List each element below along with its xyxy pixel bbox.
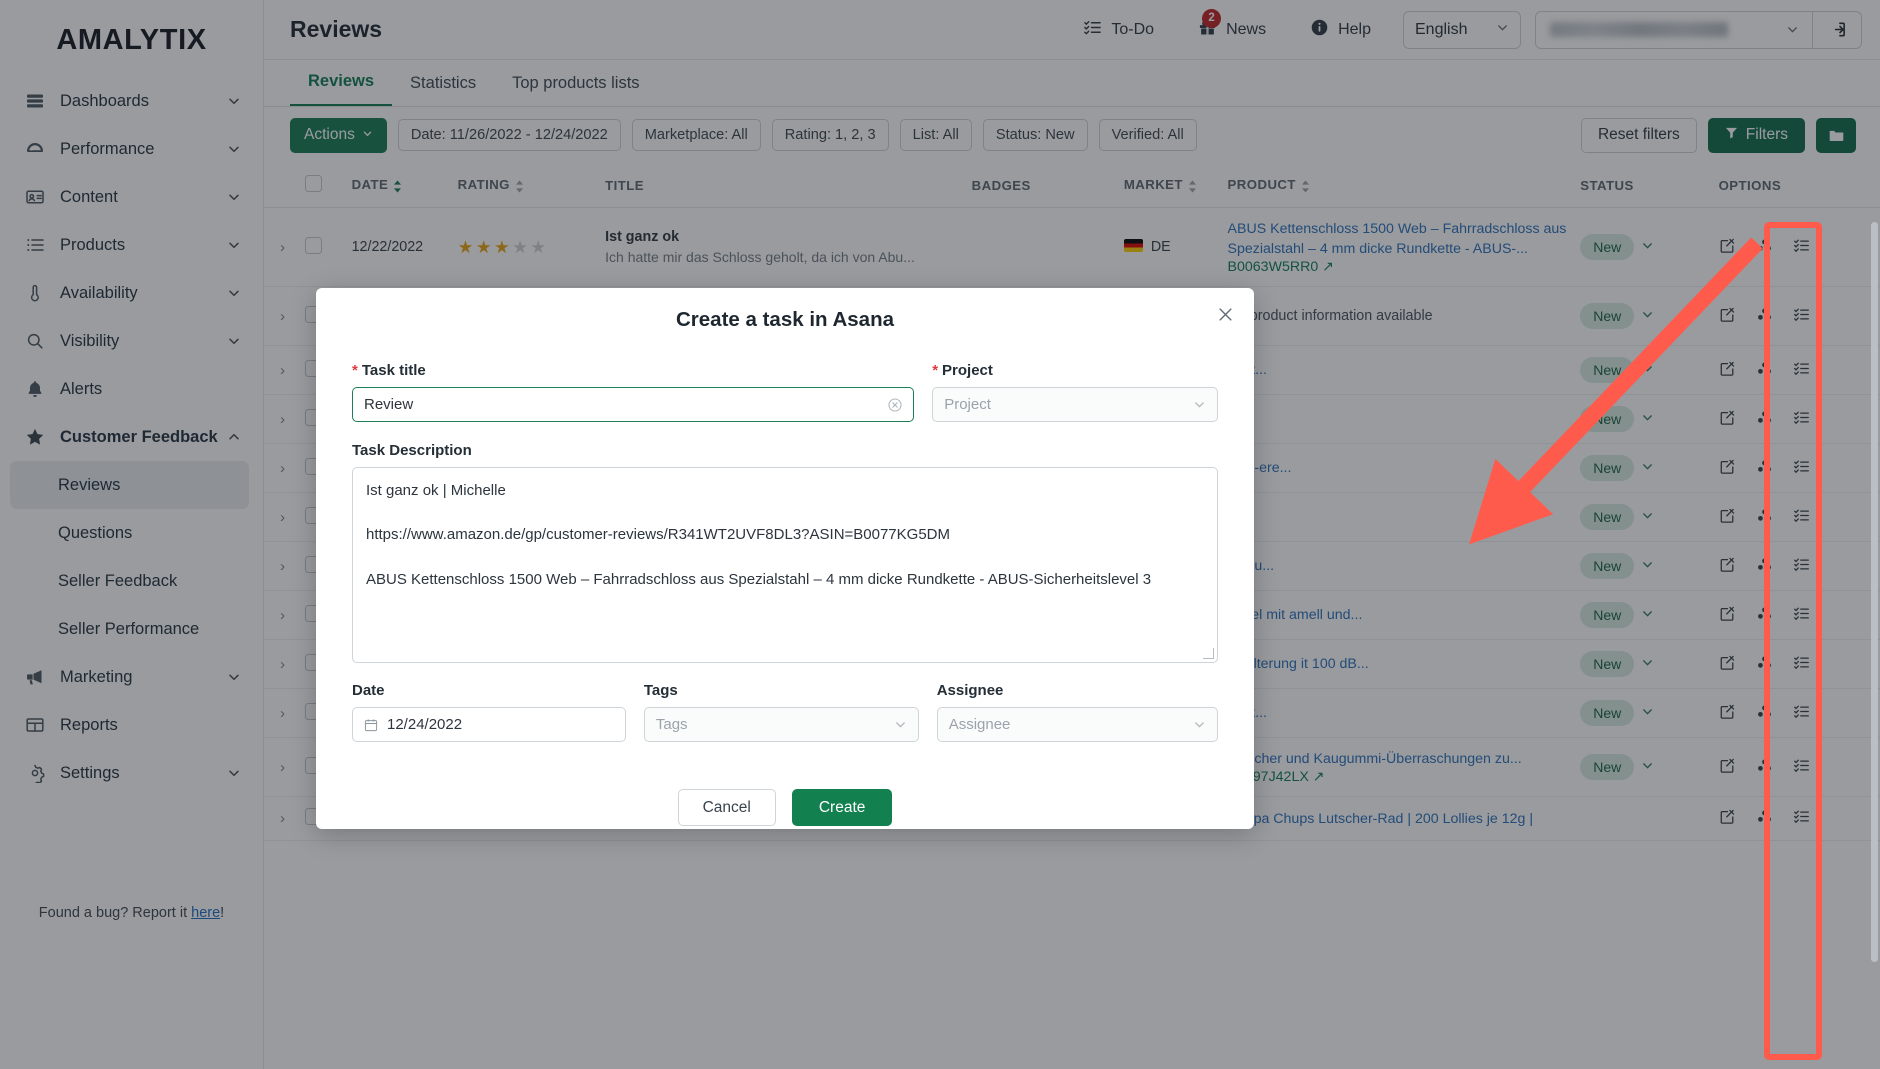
calendar-icon [364,718,378,732]
description-line-2: https://www.amazon.de/gp/customer-review… [366,526,950,544]
tags-select[interactable]: Tags [643,707,919,742]
required-marker: * [352,362,358,379]
description-field-group: Task Description Ist ganz ok | Michelle … [352,442,1218,663]
create-button[interactable]: Create [791,789,893,826]
vertical-scrollbar[interactable] [1871,222,1878,962]
description-line-1: Ist ganz ok | Michelle [366,482,506,499]
task-title-input[interactable]: Review [352,387,915,422]
close-icon[interactable] [1214,306,1236,328]
assignee-field-group: Assignee Assignee [936,682,1218,742]
date-input[interactable]: 12/24/2022 [352,707,626,742]
chevron-down-icon [1193,398,1206,411]
assignee-placeholder: Assignee [948,716,1011,733]
description-line-3: ABUS Kettenschloss 1500 Web – Fahrradsch… [366,570,1152,588]
cancel-button[interactable]: Cancel [677,789,776,826]
required-marker: * [932,362,939,379]
resize-handle-icon[interactable] [1203,648,1214,659]
tags-field-group: Tags Tags [643,682,919,742]
date-label: Date [352,682,385,699]
task-description-label: Task Description [352,442,472,459]
project-placeholder: Project [944,396,991,413]
task-title-label: * Task title [352,362,426,379]
date-field-group: Date 12/24/2022 [352,682,626,742]
task-title-field-group: * Task title Review [352,362,915,422]
project-label: * Project [932,362,993,379]
tags-placeholder: Tags [655,716,688,733]
chevron-down-icon [1193,718,1206,731]
task-description-textarea[interactable]: Ist ganz ok | Michelle https://www.amazo… [352,467,1218,663]
assignee-label: Assignee [936,682,1004,699]
modal-title: Create a task in Asana [675,308,894,331]
create-asana-task-modal: Create a task in Asana * Task title Revie… [316,288,1254,829]
tags-label: Tags [643,682,678,699]
project-select[interactable]: Project [932,387,1218,422]
clear-icon[interactable] [888,397,902,412]
chevron-down-icon [894,718,907,731]
date-value: 12/24/2022 [387,716,463,733]
modal-footer: Cancel Create [336,789,1234,826]
project-field-group: * Project Project [932,362,1218,422]
task-title-value: Review [364,396,414,413]
assignee-select[interactable]: Assignee [936,707,1218,742]
